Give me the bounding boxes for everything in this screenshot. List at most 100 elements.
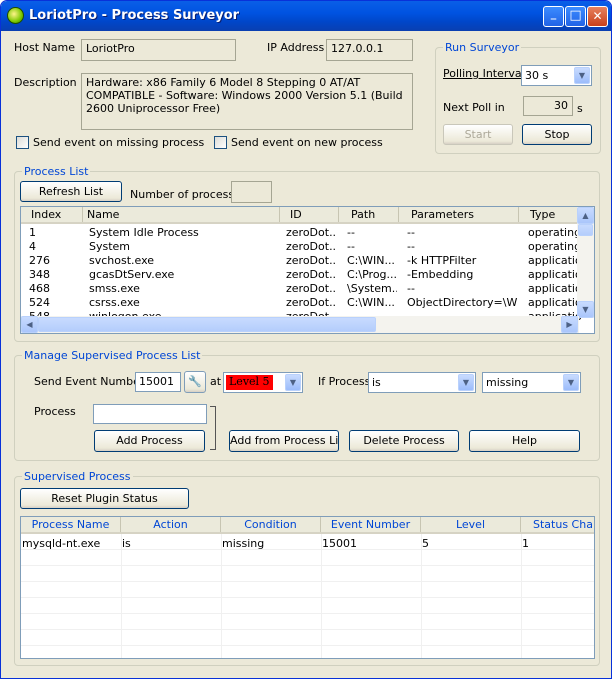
col-process-name[interactable]: Process Name bbox=[21, 517, 121, 532]
table-cell: svchost.exe bbox=[89, 254, 155, 267]
table-cell: 1 bbox=[522, 537, 529, 550]
table-cell: zeroDot... bbox=[286, 254, 337, 267]
col-action[interactable]: Action bbox=[121, 517, 221, 532]
table-cell: \System... bbox=[347, 282, 397, 295]
process-table-hscroll[interactable]: ◀ ▶ bbox=[21, 316, 579, 333]
add-process-button[interactable]: Add Process bbox=[94, 430, 205, 452]
at-label: at bbox=[210, 375, 222, 388]
supervised-table[interactable]: Process Name Action Condition Event Numb… bbox=[20, 516, 595, 659]
window-title: LoriotPro - Process Surveyor bbox=[29, 8, 240, 23]
ip-address-label: IP Address bbox=[267, 41, 325, 54]
process-input[interactable] bbox=[93, 404, 207, 424]
process-table-vscroll[interactable]: ▲ ▼ bbox=[577, 207, 594, 318]
grid-line bbox=[21, 565, 594, 566]
grid-line bbox=[21, 613, 594, 614]
next-poll-unit: s bbox=[577, 102, 583, 115]
col-condition[interactable]: Condition bbox=[221, 517, 321, 532]
description-field: Hardware: x86 Family 6 Model 8 Stepping … bbox=[81, 73, 413, 130]
table-row[interactable]: 276 svchost.exe zeroDot... C:\WIN... -k HTTP… bbox=[21, 254, 581, 268]
process-list-title: Process List bbox=[22, 165, 91, 178]
table-cell: 276 bbox=[29, 254, 50, 267]
start-button[interactable]: Start bbox=[443, 124, 513, 145]
hscroll-thumb[interactable] bbox=[38, 317, 376, 332]
bracket-divider bbox=[210, 406, 216, 450]
close-button[interactable]: ✕ bbox=[587, 6, 608, 27]
vscroll-thumb[interactable] bbox=[578, 224, 593, 236]
condition-select[interactable]: is ▼ bbox=[368, 372, 476, 393]
new-event-checkbox[interactable] bbox=[214, 136, 227, 149]
ip-address-field: 127.0.0.1 bbox=[326, 39, 413, 61]
table-cell: zeroDot... bbox=[286, 282, 337, 295]
condition-value: is bbox=[372, 376, 381, 389]
process-count-field bbox=[231, 181, 272, 203]
state-value: missing bbox=[486, 376, 529, 389]
scroll-left-icon[interactable]: ◀ bbox=[21, 316, 38, 333]
delete-process-button[interactable]: Delete Process bbox=[349, 430, 459, 452]
table-cell: -Embedding bbox=[407, 268, 474, 281]
missing-event-checkbox[interactable] bbox=[16, 136, 29, 149]
add-from-list-button[interactable]: Add from Process List bbox=[229, 430, 339, 452]
host-name-field: LoriotPro bbox=[81, 39, 236, 61]
grid-line bbox=[21, 629, 594, 630]
reset-plugin-status-button[interactable]: Reset Plugin Status bbox=[20, 488, 189, 509]
scroll-down-icon[interactable]: ▼ bbox=[577, 301, 594, 318]
col-level[interactable]: Level bbox=[421, 517, 521, 532]
event-picker-button[interactable]: 🔧 bbox=[184, 371, 206, 393]
wrench-icon: 🔧 bbox=[188, 375, 202, 388]
state-select[interactable]: missing ▼ bbox=[482, 372, 581, 393]
table-cell: missing bbox=[222, 537, 265, 550]
table-cell: zeroDot... bbox=[286, 268, 337, 281]
col-event-number[interactable]: Event Number bbox=[321, 517, 421, 532]
table-cell: ObjectDirectory=\Wi... bbox=[407, 296, 517, 309]
supervised-table-header: Process Name Action Condition Event Numb… bbox=[21, 517, 594, 534]
table-cell: 348 bbox=[29, 268, 50, 281]
col-name[interactable]: Name bbox=[83, 207, 280, 222]
table-row[interactable]: 1 System Idle Process zeroDot... -- -- operat… bbox=[21, 226, 581, 240]
table-cell: -- bbox=[407, 226, 415, 239]
table-cell: operatingS bbox=[528, 240, 581, 253]
event-number-input[interactable]: 15001 bbox=[135, 372, 181, 392]
refresh-list-button[interactable]: Refresh List bbox=[20, 181, 122, 202]
table-cell: csrss.exe bbox=[89, 296, 140, 309]
table-cell: mysqld-nt.exe bbox=[22, 537, 101, 550]
table-row[interactable]: 468 smss.exe zeroDot... \System... -- applica… bbox=[21, 282, 581, 296]
process-table[interactable]: Index Name ID Path Parameters Type 1 Syst… bbox=[20, 206, 595, 334]
col-status-change[interactable]: Status Change bbox=[521, 517, 594, 532]
table-cell: -- bbox=[347, 240, 355, 253]
table-cell: 468 bbox=[29, 282, 50, 295]
level-select[interactable]: Level 5 ▼ bbox=[223, 372, 303, 393]
table-row[interactable]: 348 gcasDtServ.exe zeroDot... C:\Prog... -Em… bbox=[21, 268, 581, 282]
minimize-button[interactable]: _ bbox=[543, 6, 564, 27]
table-row[interactable]: 4 System zeroDot... -- -- operatingS bbox=[21, 240, 581, 254]
col-parameters[interactable]: Parameters bbox=[399, 207, 519, 222]
table-cell: gcasDtServ.exe bbox=[89, 268, 175, 281]
table-cell: C:\WIN... bbox=[347, 296, 395, 309]
new-event-label: Send event on new process bbox=[231, 136, 383, 149]
help-button[interactable]: Help bbox=[469, 430, 580, 452]
table-cell: smss.exe bbox=[89, 282, 140, 295]
table-cell: 15001 bbox=[322, 537, 357, 550]
chevron-down-icon[interactable]: ▼ bbox=[563, 374, 579, 391]
col-path[interactable]: Path bbox=[339, 207, 399, 222]
table-cell: zeroDot... bbox=[286, 240, 337, 253]
maximize-button[interactable]: □ bbox=[565, 6, 586, 27]
run-surveyor-title: Run Surveyor bbox=[443, 41, 522, 54]
chevron-down-icon[interactable]: ▼ bbox=[574, 67, 590, 84]
process-label: Process bbox=[34, 405, 76, 418]
scroll-up-icon[interactable]: ▲ bbox=[577, 207, 594, 224]
scroll-right-icon[interactable]: ▶ bbox=[561, 316, 578, 333]
table-row[interactable]: mysqld-nt.exe is missing 15001 5 1 bbox=[21, 537, 594, 551]
polling-interval-select[interactable]: 30 s ▼ bbox=[521, 65, 592, 86]
table-cell: C:\WIN... bbox=[347, 254, 395, 267]
col-id[interactable]: ID bbox=[280, 207, 339, 222]
title-bar[interactable]: LoriotPro - Process Surveyor _ □ ✕ bbox=[1, 1, 611, 31]
stop-button[interactable]: Stop bbox=[522, 124, 592, 145]
table-cell: 5 bbox=[422, 537, 429, 550]
next-poll-label: Next Poll in bbox=[443, 101, 505, 114]
col-index[interactable]: Index bbox=[21, 207, 83, 222]
table-cell: C:\Prog... bbox=[347, 268, 397, 281]
table-cell: zeroDot... bbox=[286, 226, 337, 239]
table-row[interactable]: 524 csrss.exe zeroDot... C:\WIN... ObjectDir… bbox=[21, 296, 581, 310]
chevron-down-icon[interactable]: ▼ bbox=[458, 374, 474, 391]
chevron-down-icon[interactable]: ▼ bbox=[285, 374, 301, 391]
